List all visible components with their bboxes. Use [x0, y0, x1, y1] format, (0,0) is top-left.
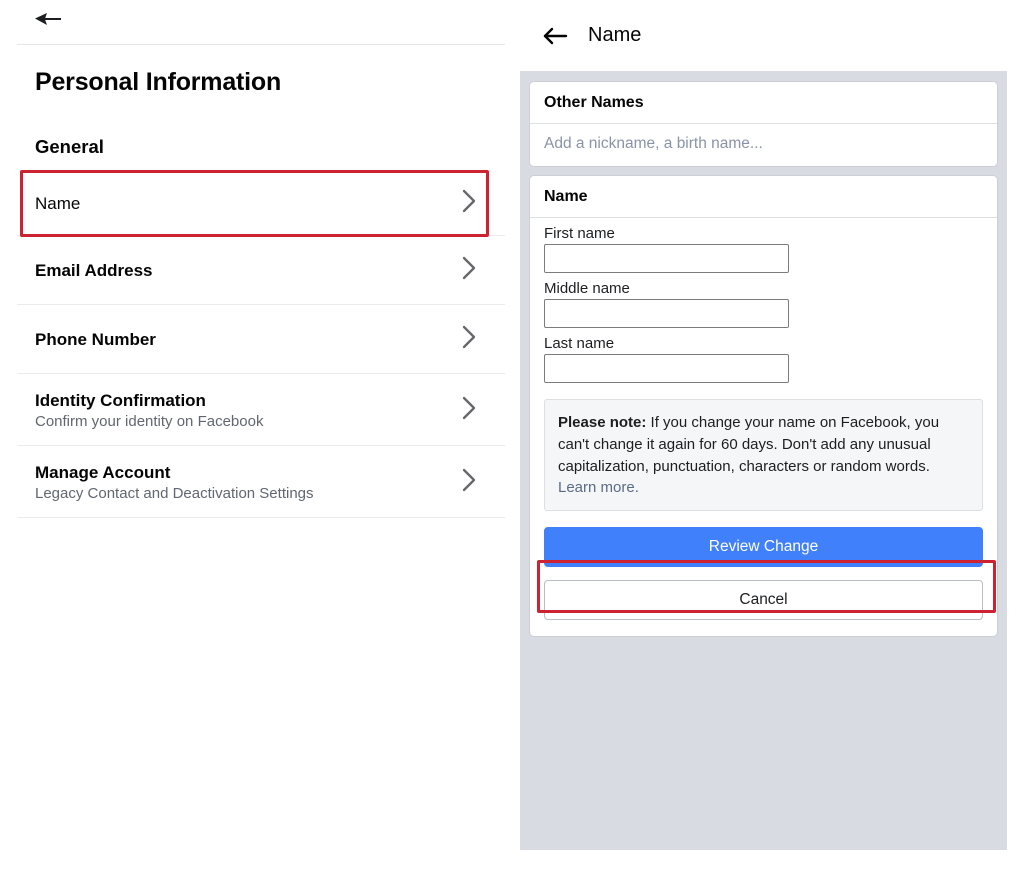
chevron-right-icon — [462, 189, 476, 218]
middle-name-label: Middle name — [544, 280, 630, 297]
sidebar-item-sublabel: Legacy Contact and Deactivation Settings — [35, 484, 314, 502]
personal-information-panel: Personal Information General Name Email … — [0, 0, 512, 870]
first-name-label: First name — [544, 225, 615, 242]
sidebar-item-label: Email Address — [35, 260, 153, 280]
name-change-note: Please note: If you change your name on … — [544, 399, 983, 511]
sidebar-item-identity-confirmation[interactable]: Identity Confirmation Confirm your ident… — [0, 374, 512, 446]
screenshot-root: Personal Information General Name Email … — [0, 0, 1024, 870]
sidebar-item-phone-number[interactable]: Phone Number — [0, 305, 512, 374]
add-other-name-row[interactable]: Add a nickname, a birth name... — [530, 124, 997, 166]
middle-name-input[interactable] — [544, 299, 789, 328]
sidebar-item-name[interactable]: Name — [0, 171, 512, 236]
card-header: Other Names — [530, 82, 997, 124]
note-lead: Please note: — [558, 414, 647, 431]
review-change-button[interactable]: Review Change — [544, 527, 983, 567]
row-divider — [17, 517, 505, 518]
sidebar-item-sublabel: Confirm your identity on Facebook — [35, 412, 264, 430]
content-surface: Other Names Add a nickname, a birth name… — [520, 71, 1007, 850]
row-text: Name — [35, 194, 80, 214]
sidebar-item-label: Manage Account — [35, 462, 171, 482]
sidebar-item-email-address[interactable]: Email Address — [0, 236, 512, 305]
name-card: Name First name Middle name Last name Pl… — [529, 175, 998, 637]
last-name-label: Last name — [544, 335, 615, 352]
chevron-right-icon — [462, 256, 476, 285]
sidebar-item-label: Name — [35, 193, 81, 213]
row-text: Phone Number — [35, 330, 156, 350]
top-bar-divider — [17, 44, 505, 45]
name-fields: First name Middle name Last name — [530, 218, 997, 383]
sidebar-item-manage-account[interactable]: Manage Account Legacy Contact and Deacti… — [0, 446, 512, 518]
right-top-bar: Name — [512, 0, 1024, 71]
settings-list: Name Email Address Phone Number Identity… — [0, 171, 512, 518]
row-text: Manage Account Legacy Contact and Deacti… — [35, 463, 314, 502]
card-header: Name — [530, 176, 997, 218]
chevron-right-icon — [462, 325, 476, 354]
page-title: Name — [588, 24, 642, 46]
section-title-general: General — [35, 136, 104, 157]
row-text: Email Address — [35, 261, 152, 281]
cancel-button[interactable]: Cancel — [544, 580, 983, 620]
name-detail-panel: Name Other Names Add a nickname, a birth… — [512, 0, 1024, 870]
first-name-input[interactable] — [544, 244, 789, 273]
row-text: Identity Confirmation Confirm your ident… — [35, 391, 263, 430]
other-names-card: Other Names Add a nickname, a birth name… — [529, 81, 998, 167]
left-top-bar — [0, 0, 512, 45]
page-title: Personal Information — [35, 68, 282, 96]
sidebar-item-label: Identity Confirmation — [35, 390, 206, 410]
sidebar-item-label: Phone Number — [35, 329, 156, 349]
chevron-right-icon — [462, 396, 476, 425]
back-arrow-icon[interactable] — [33, 8, 63, 30]
back-arrow-icon[interactable] — [542, 26, 568, 46]
action-buttons: Review Change Cancel — [530, 511, 997, 636]
learn-more-link[interactable]: Learn more. — [558, 479, 639, 496]
last-name-input[interactable] — [544, 354, 789, 383]
chevron-right-icon — [462, 468, 476, 497]
